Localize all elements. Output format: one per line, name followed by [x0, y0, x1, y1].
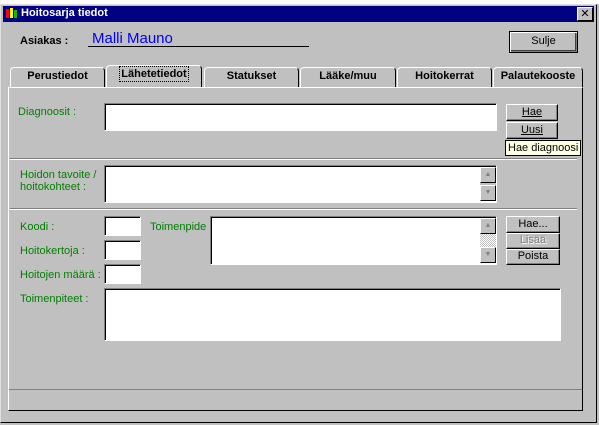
diagnoses-field[interactable] [104, 103, 497, 131]
procedure-textarea[interactable] [210, 216, 497, 265]
close-window-button[interactable]: ✕ [577, 7, 593, 21]
close-button-label: Sulje [531, 35, 556, 47]
goal-label-line2: hoitokohteet : [20, 181, 87, 193]
amount-field[interactable] [104, 264, 141, 284]
sessions-field[interactable] [104, 240, 141, 260]
client-name-underline [88, 46, 309, 47]
tab-label: Perustiedot [27, 70, 88, 82]
tab-label: Palautekooste [500, 70, 576, 82]
tab-palautekooste[interactable]: Palautekooste [493, 67, 583, 87]
scroll-up-icon[interactable]: ▲ [480, 167, 496, 183]
sessions-label: Hoitokertoja : [20, 245, 85, 257]
tab-label: Statukset [226, 70, 277, 82]
button-label: Poista [517, 250, 549, 262]
tab-statukset[interactable]: Statukset [204, 67, 299, 87]
panel-bottom-line [9, 389, 582, 390]
remove-procedure-button[interactable]: Poista [506, 249, 560, 265]
section-divider [10, 208, 577, 210]
scroll-down-icon[interactable]: ▼ [480, 185, 496, 201]
add-procedure-button[interactable]: Lisää [506, 233, 560, 249]
section-divider [10, 158, 577, 160]
fetch-diagnosis-tooltip: Hae diagnoosi [505, 140, 582, 156]
tab-lahetetiedot[interactable]: Lähetetiedot [106, 65, 202, 87]
diagnoses-new-button[interactable]: Uusi [506, 122, 558, 139]
tab-perustiedot[interactable]: Perustiedot [10, 67, 105, 87]
button-label: Hae [521, 106, 543, 118]
goal-scrollbar[interactable]: ▲ ▼ [480, 167, 496, 201]
button-label: Hae... [518, 218, 548, 230]
scroll-track[interactable] [480, 234, 496, 247]
tab-label: Lääke/muu [319, 70, 377, 82]
goal-textarea[interactable] [104, 165, 497, 203]
scroll-up-icon[interactable]: ▲ [480, 218, 496, 234]
button-label: Lisää [519, 234, 547, 246]
procedures-list-label: Toimenpiteet : [20, 293, 89, 305]
procedure-scrollbar[interactable]: ▲ ▼ [480, 218, 496, 263]
procedure-label: Toimenpide : [150, 221, 213, 233]
diagnoses-label: Diagnoosit : [18, 106, 77, 118]
procedure-fetch-button[interactable]: Hae... [506, 216, 560, 233]
code-field[interactable] [104, 216, 141, 236]
procedures-list[interactable] [104, 288, 561, 341]
code-label: Koodi : [20, 221, 55, 233]
tab-hoitokerrat[interactable]: Hoitokerrat [397, 67, 492, 87]
tab-laake-muu[interactable]: Lääke/muu [300, 67, 396, 87]
close-icon: ✕ [580, 7, 590, 20]
tab-label: Hoitokerrat [415, 70, 474, 82]
button-label: Uusi [520, 124, 543, 136]
client-label: Asiakas : [20, 35, 69, 47]
window-title: Hoitosarja tiedot [21, 7, 108, 19]
app-icon [5, 7, 19, 20]
tab-label: Lähetetiedot [119, 66, 189, 82]
diagnoses-fetch-button[interactable]: Hae [506, 104, 558, 121]
scroll-down-icon[interactable]: ▼ [480, 247, 496, 263]
close-button[interactable]: Sulje [509, 31, 578, 53]
client-name: Malli Mauno [92, 30, 173, 47]
amount-label: Hoitojen määrä : [20, 269, 101, 281]
tooltip-text: Hae diagnoosi [508, 142, 579, 154]
title-bar[interactable]: Hoitosarja tiedot ✕ [3, 6, 594, 22]
